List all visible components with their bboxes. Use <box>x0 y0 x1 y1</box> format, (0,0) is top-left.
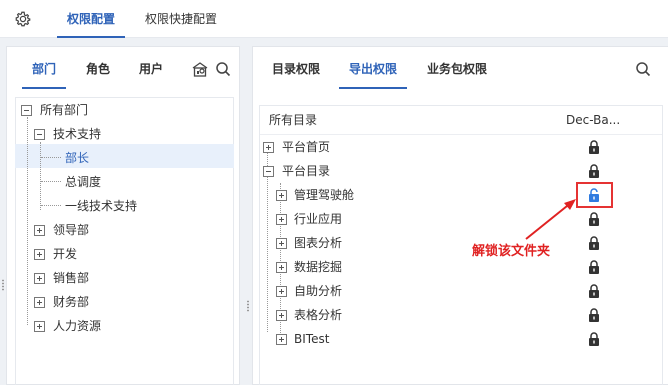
tab-business-package-permission[interactable]: 业务包权限 <box>427 47 487 89</box>
lock-icon[interactable] <box>588 236 600 250</box>
gear-icon[interactable] <box>14 10 32 28</box>
tab-permission-quick-config[interactable]: 权限快捷配置 <box>145 0 217 38</box>
expand-icon[interactable] <box>276 310 287 321</box>
collapse-icon[interactable] <box>263 166 274 177</box>
tree-node-all-departments[interactable]: 所有部门 <box>21 99 221 121</box>
lock-icon[interactable] <box>588 164 600 178</box>
org-structure-icon[interactable] <box>191 61 209 77</box>
expand-icon[interactable] <box>34 273 45 284</box>
tree-guide-line <box>41 181 61 182</box>
expand-icon[interactable] <box>34 297 45 308</box>
resize-handle-left[interactable] <box>1 279 5 291</box>
expand-icon[interactable] <box>276 238 287 249</box>
tree-guide-line <box>27 117 28 325</box>
table-row[interactable]: 数据挖掘 <box>274 256 474 278</box>
tree-guide-line <box>41 157 61 158</box>
table-row[interactable]: BITest <box>274 328 474 350</box>
table-row[interactable]: 自助分析 <box>274 280 474 302</box>
search-icon[interactable] <box>635 61 651 77</box>
tree-node-leadership[interactable]: 领导部 <box>34 219 224 241</box>
lock-icon[interactable] <box>588 332 600 346</box>
tree-node-frontline-support[interactable]: 一线技术支持 <box>65 195 215 217</box>
expand-icon[interactable] <box>34 225 45 236</box>
right-panel: 目录权限 导出权限 业务包权限 所有目录 Dec-Ba... 平台首页 平台目录… <box>252 46 668 385</box>
annotation-arrow <box>525 199 576 240</box>
column-header-dec-ba: Dec-Ba... <box>566 113 621 127</box>
tree-node-development[interactable]: 开发 <box>34 243 224 265</box>
collapse-icon[interactable] <box>21 105 32 116</box>
table-row[interactable]: 行业应用 <box>274 208 474 230</box>
expand-icon[interactable] <box>276 190 287 201</box>
tree-node-hr[interactable]: 人力资源 <box>34 315 224 337</box>
tree-guide-line <box>40 142 41 210</box>
tab-user[interactable]: 用户 <box>139 47 163 89</box>
table-row[interactable]: 表格分析 <box>274 304 474 326</box>
top-bar: 权限配置 权限快捷配置 <box>0 0 668 38</box>
column-header-directory: 所有目录 <box>269 113 318 127</box>
tab-directory-permission[interactable]: 目录权限 <box>272 47 320 89</box>
left-panel: 部门 角色 用户 所有部门 技术支持 部长 总调度 一线技术支持 领导部 开发 … <box>6 46 240 385</box>
resize-handle-middle[interactable] <box>246 300 250 312</box>
expand-icon[interactable] <box>276 286 287 297</box>
tab-department[interactable]: 部门 <box>21 47 67 89</box>
tab-role[interactable]: 角色 <box>86 47 110 89</box>
expand-icon[interactable] <box>276 214 287 225</box>
table-row[interactable]: 平台目录 <box>261 160 461 182</box>
lock-icon[interactable] <box>588 284 600 298</box>
expand-icon[interactable] <box>276 262 287 273</box>
lock-icon[interactable] <box>588 212 600 226</box>
annotation-text: 解锁该文件夹 <box>472 244 551 259</box>
table-row[interactable]: 管理驾驶舱 <box>274 184 474 206</box>
right-tabs: 目录权限 导出权限 业务包权限 <box>253 47 668 89</box>
expand-icon[interactable] <box>276 334 287 345</box>
tree-node-minister[interactable]: 部长 <box>65 147 215 169</box>
expand-icon[interactable] <box>34 321 45 332</box>
table-row[interactable]: 平台首页 <box>261 136 461 158</box>
tree-node-sales[interactable]: 销售部 <box>34 267 224 289</box>
tab-export-permission[interactable]: 导出权限 <box>338 47 408 89</box>
tree-guide-line <box>41 205 61 206</box>
tree-node-general-dispatch[interactable]: 总调度 <box>65 171 215 193</box>
tab-permission-config[interactable]: 权限配置 <box>56 0 126 38</box>
lock-icon[interactable] <box>588 308 600 322</box>
lock-icon[interactable] <box>588 140 600 154</box>
search-icon[interactable] <box>215 61 231 77</box>
expand-icon[interactable] <box>34 249 45 260</box>
left-tabs: 部门 角色 用户 <box>7 47 239 89</box>
tree-node-finance[interactable]: 财务部 <box>34 291 224 313</box>
lock-icon[interactable] <box>588 260 600 274</box>
table-row[interactable]: 图表分析 <box>274 232 474 254</box>
expand-icon[interactable] <box>263 142 274 153</box>
collapse-icon[interactable] <box>34 129 45 140</box>
tree-node-tech-support[interactable]: 技术支持 <box>34 123 224 145</box>
header-divider <box>260 134 662 135</box>
